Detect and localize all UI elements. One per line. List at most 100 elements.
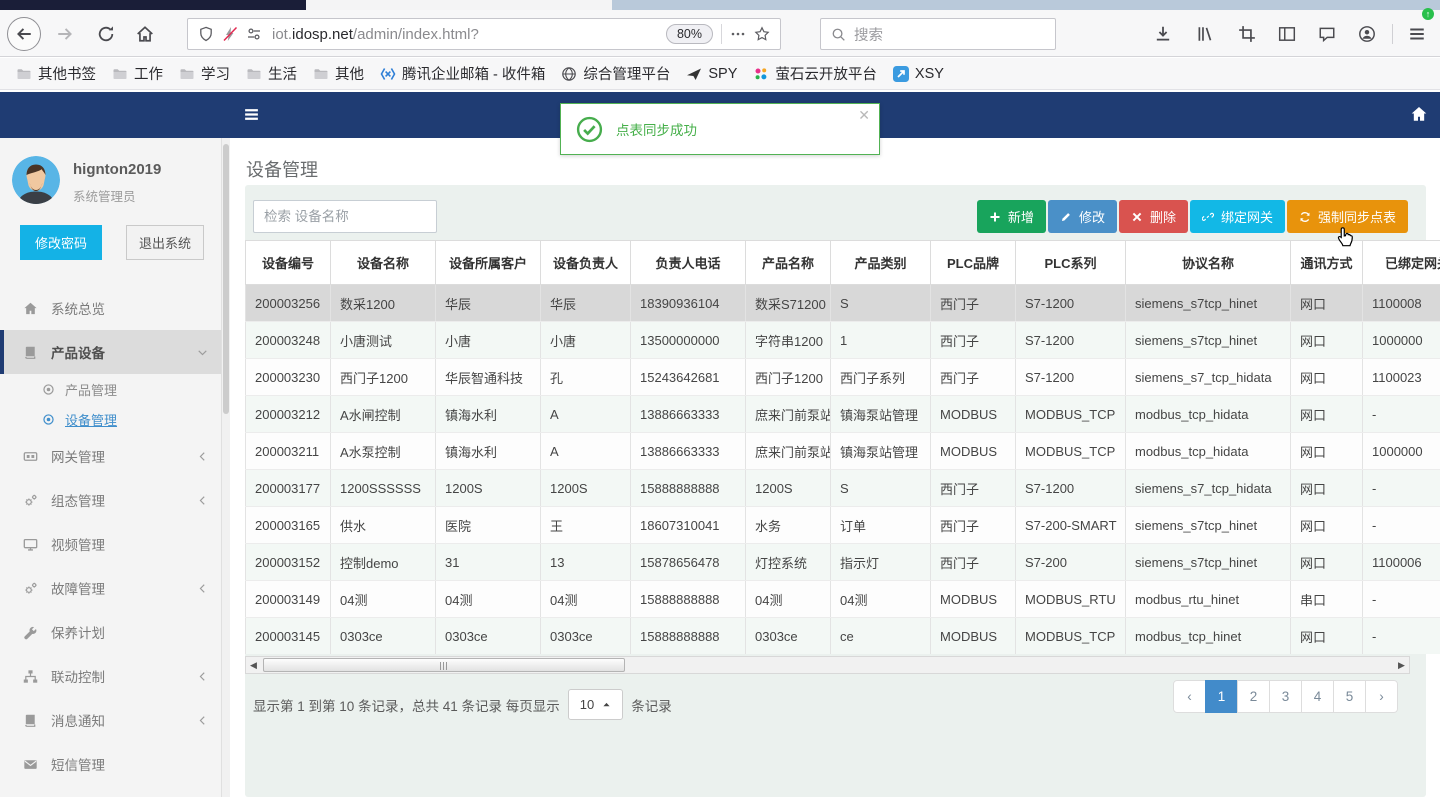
- sidebar: hignton2019 系统管理员 修改密码 退出系统 系统总览 产品设备 产品管理…: [0, 138, 229, 797]
- column-header[interactable]: PLC品牌: [930, 240, 1016, 285]
- sidebar-item-产品设备[interactable]: 产品设备: [0, 330, 228, 374]
- page-button-2[interactable]: 2: [1237, 680, 1270, 713]
- flash-blocked-icon[interactable]: [218, 22, 242, 46]
- page-button-5[interactable]: 5: [1333, 680, 1366, 713]
- page-button-1[interactable]: 1: [1205, 680, 1238, 713]
- bookmark-item[interactable]: 综合管理平台: [553, 62, 678, 86]
- library-button[interactable]: [1188, 17, 1222, 51]
- delete-button[interactable]: 删除: [1118, 200, 1188, 233]
- column-header[interactable]: 设备编号: [245, 240, 331, 285]
- table-row[interactable]: 200003211 A水泵控制 镇海水利 A 13886663333 庶来门前泵站 镇海泵站…: [245, 432, 1440, 470]
- active-tab-segment[interactable]: [306, 0, 612, 10]
- bookmark-item[interactable]: XSY: [885, 62, 952, 86]
- page-button-4[interactable]: 4: [1301, 680, 1334, 713]
- column-header[interactable]: 协议名称: [1125, 240, 1291, 285]
- page-prev-button[interactable]: ‹: [1173, 680, 1206, 713]
- bookmark-item[interactable]: 生活: [238, 62, 305, 86]
- scroll-right-arrow-icon[interactable]: ▶: [1394, 657, 1409, 673]
- column-header[interactable]: 设备名称: [330, 240, 436, 285]
- menu-button[interactable]: [1400, 17, 1434, 51]
- sidebar-item-视频管理[interactable]: 视频管理: [0, 522, 228, 566]
- bookmark-item[interactable]: 萤石云开放平台: [745, 62, 885, 86]
- table-row[interactable]: 200003230 西门子1200 华辰智通科技孔 15243642681 西门子120…: [245, 358, 1440, 396]
- sidebar-item-短信管理[interactable]: 短信管理: [0, 742, 228, 786]
- sidebar-item-网关管理[interactable]: 网关管理: [0, 434, 228, 478]
- cell: 04测: [435, 580, 541, 618]
- device-search-input[interactable]: [253, 200, 437, 233]
- sidebar-toggle-button[interactable]: [1270, 17, 1304, 51]
- column-header[interactable]: 设备负责人: [540, 240, 631, 285]
- search-icon: [829, 25, 847, 43]
- cell: 0303ce: [540, 617, 631, 654]
- sidebar-item-故障管理[interactable]: 故障管理: [0, 566, 228, 610]
- cell: 18390936104: [630, 284, 746, 322]
- account-button[interactable]: [1350, 17, 1384, 51]
- bookmark-item[interactable]: 腾讯企业邮箱 - 收件箱: [372, 62, 553, 86]
- shield-icon[interactable]: [194, 22, 218, 46]
- column-header[interactable]: 负责人电话: [630, 240, 746, 285]
- column-header[interactable]: PLC系列: [1015, 240, 1126, 285]
- scrollbar-thumb[interactable]: [223, 144, 229, 414]
- bookmark-item[interactable]: 其他: [305, 62, 372, 86]
- force-sync-button[interactable]: 强制同步点表: [1286, 200, 1408, 233]
- sidebar-item-保养计划[interactable]: 保养计划: [0, 610, 228, 654]
- home-button[interactable]: [128, 17, 162, 51]
- edit-button[interactable]: 修改: [1047, 200, 1117, 233]
- sidebar-item-联动控制[interactable]: 联动控制: [0, 654, 228, 698]
- zoom-level-badge[interactable]: 80%: [665, 24, 713, 44]
- column-header[interactable]: 设备所属客户: [435, 240, 541, 285]
- toast-message: 点表同步成功: [616, 123, 697, 138]
- horizontal-scrollbar[interactable]: ◀ ▶: [245, 656, 1410, 674]
- bookmark-item[interactable]: 其他书签: [8, 62, 104, 86]
- column-header[interactable]: 通讯方式: [1290, 240, 1363, 285]
- page-button-3[interactable]: 3: [1269, 680, 1302, 713]
- table-row[interactable]: 200003256 数采1200 华辰 华辰 18390936104 数采S71200 S 西…: [245, 284, 1440, 322]
- scrollbar-thumb[interactable]: [263, 658, 625, 672]
- page-actions-icon[interactable]: [726, 22, 750, 46]
- cell: 西门子: [930, 506, 1016, 544]
- bookmark-item[interactable]: 工作: [104, 62, 171, 86]
- change-password-button[interactable]: 修改密码: [20, 225, 103, 260]
- sidebar-item-组态管理[interactable]: 组态管理: [0, 478, 228, 522]
- button-label: 强制同步点表: [1317, 210, 1396, 225]
- table-row[interactable]: 200003149 04测 04测 04测 15888888888 04测 04测 MODBU…: [245, 580, 1440, 618]
- bookmark-item[interactable]: 学习: [171, 62, 238, 86]
- table-row[interactable]: 200003165 供水 医院王 18607310041 水务 订单 西门子 S7-200-S…: [245, 506, 1440, 544]
- bookmark-star-icon[interactable]: [750, 22, 774, 46]
- sidebar-item-系统总览[interactable]: 系统总览: [0, 286, 228, 330]
- column-header[interactable]: 产品名称: [745, 240, 831, 285]
- logout-button[interactable]: 退出系统: [125, 225, 204, 260]
- table-row[interactable]: 200003152 控制demo 31 13 15878656478 灯控系统 指示灯 西门子…: [245, 543, 1440, 581]
- reload-button[interactable]: [89, 17, 123, 51]
- column-header[interactable]: 产品类别: [830, 240, 931, 285]
- close-icon[interactable]: ✕: [858, 108, 870, 124]
- app-home-icon[interactable]: [1410, 105, 1428, 123]
- table-row[interactable]: 200003248 小唐测试 小唐 小唐 13500000000 字符串1200 1 西门子 S…: [245, 321, 1440, 359]
- scroll-left-arrow-icon[interactable]: ◀: [246, 657, 261, 673]
- submenu-item-设备管理[interactable]: 设备管理: [0, 404, 228, 434]
- sidebar-item-大屏管理[interactable]: 大屏管理: [0, 786, 228, 797]
- downloads-button[interactable]: [1146, 17, 1180, 51]
- screenshot-button[interactable]: [1230, 17, 1264, 51]
- forward-button[interactable]: [48, 17, 82, 51]
- page-next-button[interactable]: ›: [1365, 680, 1398, 713]
- table-row[interactable]: 200003145 0303ce 0303ce 0303ce 15888888888 03…: [245, 617, 1440, 654]
- page-size-dropdown[interactable]: 10: [567, 689, 624, 720]
- add-button[interactable]: 新增: [976, 200, 1046, 233]
- sidebar-collapse-icon[interactable]: [243, 106, 260, 123]
- table-row[interactable]: 200003212 A水闸控制 镇海水利 A 13886663333 庶来门前泵站 镇海泵站…: [245, 395, 1440, 433]
- back-button[interactable]: [7, 17, 41, 51]
- url-bar[interactable]: iot.idosp.net/admin/index.html? 80%: [187, 18, 781, 50]
- cell: 西门子1200: [330, 358, 436, 396]
- bind-gateway-button[interactable]: 绑定网关: [1189, 200, 1285, 233]
- bookmark-item[interactable]: SPY: [678, 62, 745, 86]
- submenu-item-产品管理[interactable]: 产品管理: [0, 374, 228, 404]
- messages-button[interactable]: [1310, 17, 1344, 51]
- sidebar-item-消息通知[interactable]: 消息通知: [0, 698, 228, 742]
- table-row[interactable]: 200003177 1200SSSSSS 1200S 1200S 15888888888…: [245, 469, 1440, 507]
- browser-search-field[interactable]: 搜索: [820, 18, 1056, 50]
- cell: S7-1200: [1015, 358, 1126, 396]
- column-header[interactable]: 已绑定网关: [1362, 240, 1440, 285]
- permissions-icon[interactable]: [242, 22, 266, 46]
- sidebar-scrollbar[interactable]: [221, 138, 230, 797]
